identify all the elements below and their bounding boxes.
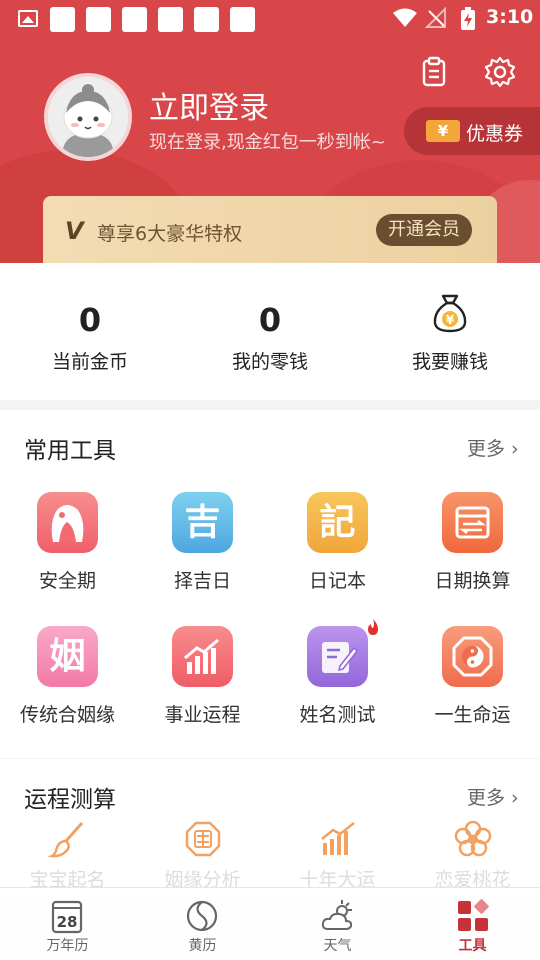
more-link[interactable]: 更多 ›: [467, 783, 519, 810]
date-convert-icon: [442, 492, 503, 553]
nav-calendar[interactable]: 28 万年历: [0, 888, 135, 960]
avatar[interactable]: [44, 73, 132, 161]
wallet-summary: 0 当前金币 0 我的零钱 ¥ 我要赚钱: [0, 263, 540, 400]
coupon-ticket-icon: ¥: [426, 120, 460, 142]
calendar-icon: 28: [51, 900, 83, 934]
coupon-button[interactable]: ¥ 优惠券: [404, 107, 540, 155]
battery-charging-icon: [461, 7, 475, 30]
nav-weather[interactable]: 天气: [270, 888, 405, 960]
peach-blossom-icon: [454, 820, 492, 857]
hot-flame-icon: [368, 619, 378, 635]
tool-label: 一生命运: [434, 704, 511, 726]
nav-label: 工具: [458, 938, 487, 954]
notification-icon: [86, 7, 111, 32]
gold-coins[interactable]: 0 当前金币: [0, 263, 180, 400]
almanac-icon: [186, 900, 218, 932]
nav-tools[interactable]: 工具: [405, 888, 540, 960]
fortune-section: 运程测算 更多 › 宝宝起名 姻缘分析 十年大运 恋爱桃花: [0, 759, 540, 899]
notification-icon: [50, 7, 75, 32]
tool-label: 择吉日: [173, 570, 231, 592]
status-time: 3:10: [486, 6, 534, 28]
login-subtitle[interactable]: 现在登录,现金红包一秒到帐~: [149, 128, 386, 154]
coupon-label: 优惠券: [466, 123, 524, 145]
login-title[interactable]: 立即登录: [149, 83, 269, 127]
pocket-change-value: 0: [258, 301, 282, 339]
status-bar: 3:10: [0, 0, 540, 38]
svg-text:28: 28: [57, 913, 78, 931]
money-bag-icon: ¥: [433, 294, 467, 333]
nav-almanac[interactable]: 黄历: [135, 888, 270, 960]
notification-icon: [230, 7, 255, 32]
svg-text:¥: ¥: [446, 313, 455, 327]
pocket-change[interactable]: 0 我的零钱: [180, 263, 360, 400]
clipboard-icon[interactable]: [418, 56, 450, 88]
tool-label: 日记本: [308, 570, 366, 592]
section-title: 运程测算: [24, 787, 116, 813]
bottom-navigation: 28 万年历 黄历 天气 工具: [0, 887, 540, 960]
open-vip-button[interactable]: 开通会员: [376, 214, 472, 246]
earn-money[interactable]: ¥ 我要赚钱: [360, 263, 540, 400]
common-tools-section: 常用工具 更多 › 安全期 吉 择吉日 記 日记本 日期换算 姻 传统合姻缘 事…: [0, 410, 540, 758]
vip-logo-icon: V: [65, 217, 84, 245]
image-notification-icon: [18, 10, 38, 27]
gold-coins-label: 当前金币: [51, 351, 128, 373]
more-link[interactable]: 更多 ›: [467, 434, 519, 461]
double-happiness-icon: [185, 821, 221, 857]
notification-icon: [122, 7, 147, 32]
weather-icon: [321, 900, 353, 930]
settings-gear-icon[interactable]: [484, 56, 516, 88]
diary-icon: 記: [307, 492, 368, 553]
pocket-change-label: 我的零钱: [231, 351, 308, 373]
tool-label: 日期换算: [434, 570, 511, 592]
notification-icon: [194, 7, 219, 32]
tool-label: 安全期: [38, 570, 96, 592]
section-title: 常用工具: [24, 438, 116, 464]
vip-banner[interactable]: V 尊享6大豪华特权 开通会员: [43, 196, 497, 263]
brush-icon: [48, 822, 84, 858]
career-chart-icon: [172, 626, 233, 687]
vip-text: 尊享6大豪华特权: [97, 223, 243, 245]
earn-money-label: 我要赚钱: [411, 351, 488, 373]
nav-label: 天气: [323, 938, 352, 954]
marriage-icon: 姻: [37, 626, 98, 687]
safe-period-icon: [37, 492, 98, 553]
no-signal-icon: [425, 7, 446, 28]
wifi-icon: [393, 8, 417, 27]
default-avatar-icon: [48, 77, 128, 157]
name-test-icon: [307, 626, 368, 687]
gold-coins-value: 0: [78, 301, 102, 339]
tools-icon: [458, 899, 489, 931]
fortune-chart-icon: [321, 822, 355, 855]
notification-icon: [158, 7, 183, 32]
nav-label: 万年历: [46, 938, 89, 954]
nav-label: 黄历: [188, 938, 217, 954]
tool-label: 姓名测试: [299, 704, 376, 726]
yin-yang-icon: [442, 626, 503, 687]
auspicious-day-icon: 吉: [172, 492, 233, 553]
tool-label: 事业运程: [164, 704, 241, 726]
profile-header: 3:10 立即登录 现在登录,现金红包一秒到帐~ ¥ 优惠券 V 尊享6大豪华特…: [0, 0, 540, 263]
tool-label: 传统合姻缘: [19, 704, 115, 726]
